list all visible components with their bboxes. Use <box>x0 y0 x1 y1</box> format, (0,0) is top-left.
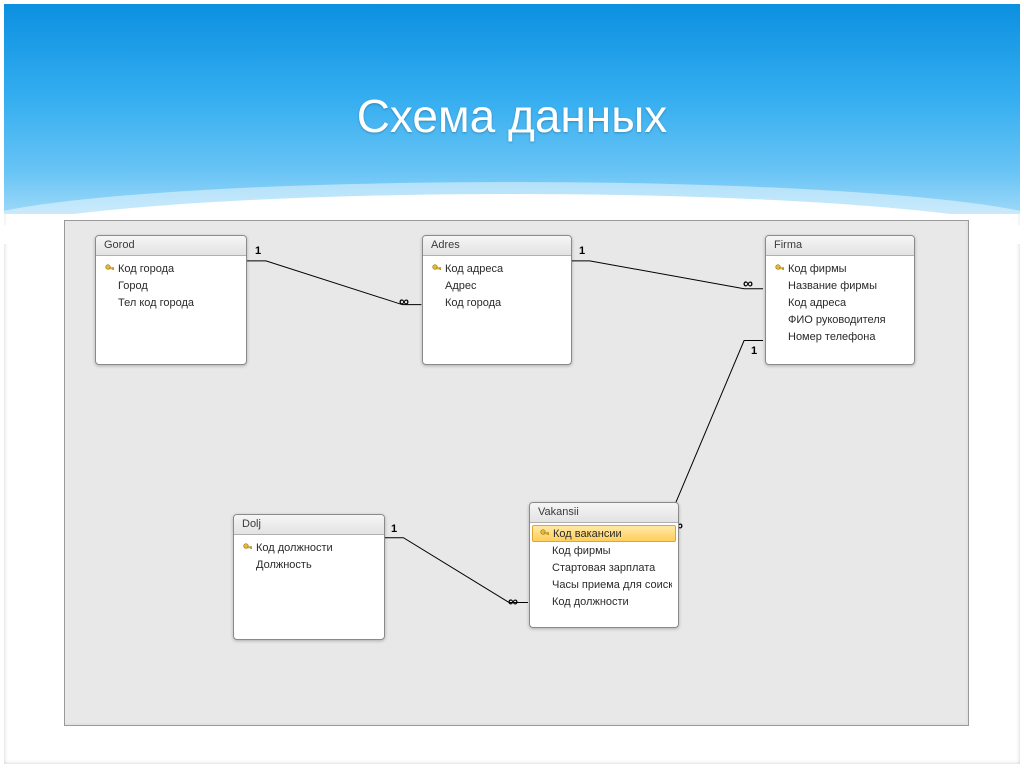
field-label: Код адреса <box>445 263 565 275</box>
table-dolj[interactable]: Dolj Код должности Должность <box>233 514 385 640</box>
slide-title: Схема данных <box>4 89 1020 143</box>
field-label: Часы приема для соискателей <box>552 579 672 591</box>
table-title: Firma <box>766 236 914 256</box>
table-fields: Код фирмы Название фирмы Код адреса ФИО … <box>766 256 914 351</box>
cardinality-one: 1 <box>751 345 757 357</box>
slide: Схема данных 1 ∞ 1 ∞ 1 ∞ <box>0 0 1024 768</box>
table-vakansii[interactable]: Vakansii Код вакансии Код фирмы С <box>529 502 679 628</box>
table-row[interactable]: Часы приема для соискателей <box>530 576 678 593</box>
field-label: Название фирмы <box>788 280 908 292</box>
table-fields: Код города Город Тел код города <box>96 256 246 336</box>
primary-key-icon <box>772 264 788 274</box>
table-gorod[interactable]: Gorod Код города Город Тел код го <box>95 235 247 365</box>
primary-key-icon <box>429 264 445 274</box>
field-label: Код города <box>445 297 565 309</box>
field-label: Код должности <box>552 596 672 608</box>
cardinality-many: ∞ <box>508 593 518 609</box>
table-firma[interactable]: Firma Код фирмы Название фирмы Ко <box>765 235 915 365</box>
table-row[interactable]: Название фирмы <box>766 277 914 294</box>
table-title: Dolj <box>234 515 384 535</box>
table-title: Adres <box>423 236 571 256</box>
table-title: Vakansii <box>530 503 678 523</box>
table-row[interactable]: Адрес <box>423 277 571 294</box>
table-row[interactable]: Код города <box>96 260 246 277</box>
field-label: Код города <box>118 263 240 275</box>
cardinality-many: ∞ <box>743 275 753 291</box>
field-label: Код вакансии <box>553 528 671 540</box>
field-label: Город <box>118 280 240 292</box>
table-fields: Код вакансии Код фирмы Стартовая зарплат… <box>530 523 678 616</box>
cardinality-many: ∞ <box>399 293 409 309</box>
table-row[interactable]: Должность <box>234 556 384 573</box>
table-adres[interactable]: Adres Код адреса Адрес Код города <box>422 235 572 365</box>
field-label: Код должности <box>256 542 378 554</box>
table-title: Gorod <box>96 236 246 256</box>
field-label: Код адреса <box>788 297 908 309</box>
table-row[interactable]: Код вакансии <box>532 525 676 542</box>
table-row[interactable]: Тел код города <box>96 294 246 311</box>
table-row[interactable]: ФИО руководителя <box>766 311 914 328</box>
table-row[interactable]: Код адреса <box>766 294 914 311</box>
field-label: Адрес <box>445 280 565 292</box>
field-label: ФИО руководителя <box>788 314 908 326</box>
cardinality-one: 1 <box>579 245 585 257</box>
cardinality-one: 1 <box>391 523 397 535</box>
table-fields: Код должности Должность <box>234 535 384 615</box>
field-label: Должность <box>256 559 378 571</box>
field-label: Код фирмы <box>552 545 672 557</box>
field-label: Код фирмы <box>788 263 908 275</box>
table-row[interactable]: Стартовая зарплата <box>530 559 678 576</box>
relationships-canvas[interactable]: 1 ∞ 1 ∞ 1 ∞ 1 ∞ Gorod Код города <box>64 220 969 726</box>
primary-key-icon <box>240 543 256 553</box>
table-row[interactable]: Код фирмы <box>530 542 678 559</box>
relationships-canvas-inner: 1 ∞ 1 ∞ 1 ∞ 1 ∞ Gorod Код города <box>65 221 966 723</box>
table-row[interactable]: Код должности <box>530 593 678 610</box>
primary-key-icon <box>537 529 553 539</box>
table-row[interactable]: Код города <box>423 294 571 311</box>
table-row[interactable]: Код должности <box>234 539 384 556</box>
field-label: Номер телефона <box>788 331 908 343</box>
field-label: Стартовая зарплата <box>552 562 672 574</box>
table-row[interactable]: Код адреса <box>423 260 571 277</box>
table-fields: Код адреса Адрес Код города <box>423 256 571 336</box>
table-row[interactable]: Город <box>96 277 246 294</box>
primary-key-icon <box>102 264 118 274</box>
table-row[interactable]: Код фирмы <box>766 260 914 277</box>
table-row[interactable]: Номер телефона <box>766 328 914 345</box>
field-label: Тел код города <box>118 297 240 309</box>
cardinality-one: 1 <box>255 245 261 257</box>
